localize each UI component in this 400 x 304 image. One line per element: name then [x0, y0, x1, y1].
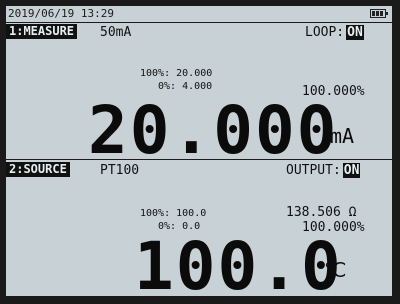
battery-full-icon [370, 9, 388, 18]
source-scale-100: 100%: 100.0 [140, 208, 206, 219]
divider [6, 159, 392, 160]
loop-on-badge[interactable]: ON [346, 25, 364, 40]
measure-range[interactable]: 50mA [100, 25, 131, 40]
source-value: 100.0 [134, 228, 343, 297]
output-label: OUTPUT: [286, 163, 341, 178]
source-unit: ℃ [324, 258, 347, 282]
scale-100-label: 100%: [140, 208, 171, 219]
source-type[interactable]: PT100 [100, 163, 139, 178]
measure-section-label[interactable]: 1:MEASURE [6, 24, 78, 39]
scale-100-label: 100%: [140, 68, 171, 79]
loop-label: LOOP: [305, 25, 345, 40]
scale-0-label: 0%: [158, 81, 177, 92]
measure-unit: mA [330, 124, 355, 148]
measure-scale-100: 100%: 20.000 [140, 68, 212, 79]
divider [6, 22, 392, 23]
loop-status[interactable]: LOOP: ON [305, 25, 364, 40]
scale-100-value: 100.0 [176, 208, 207, 219]
measure-scale-0: 0%: 4.000 [158, 81, 212, 92]
measure-value: 20.000 [88, 92, 339, 169]
lcd-screen: 2019/06/19 13:29 1:MEASURE 50mA LOOP: ON … [6, 6, 392, 296]
datetime: 2019/06/19 13:29 [8, 7, 114, 20]
source-resistance: 138.506 Ω [286, 205, 357, 220]
output-on-badge[interactable]: ON [342, 163, 361, 178]
scale-100-value: 20.000 [176, 68, 213, 79]
source-section-label[interactable]: 2:SOURCE [6, 162, 70, 177]
scale-0-value: 4.000 [182, 81, 213, 92]
output-status[interactable]: OUTPUT: ON [286, 163, 361, 178]
status-bar: 2019/06/19 13:29 [6, 6, 392, 22]
